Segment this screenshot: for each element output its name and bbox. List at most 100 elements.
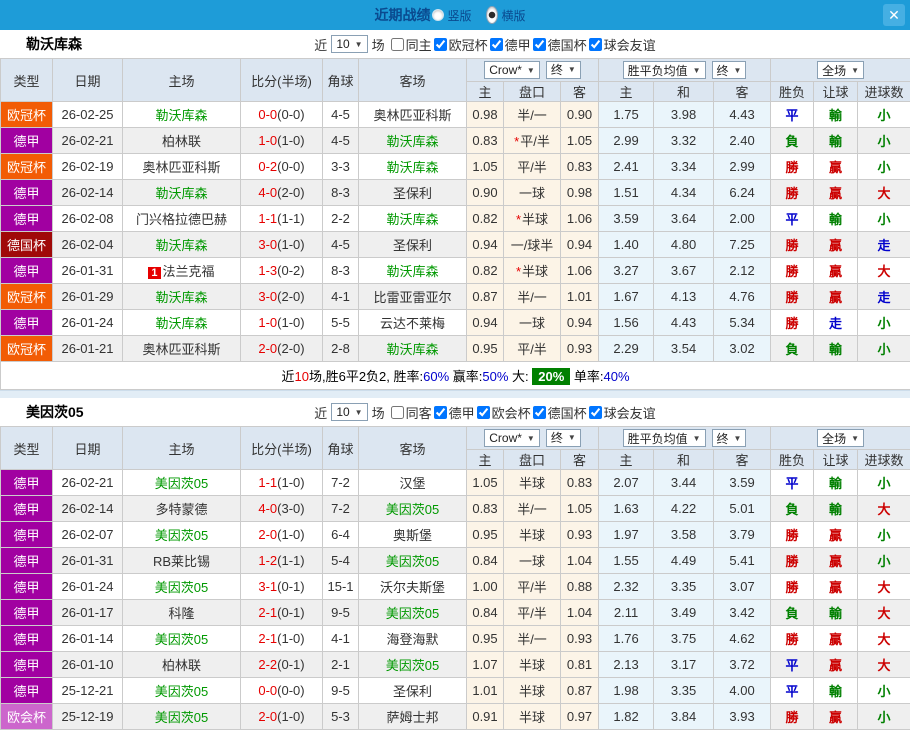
chevron-down-icon: ▼ [355,408,363,417]
home-odds: 0.83 [467,128,504,154]
match-type: 德甲 [1,600,53,626]
match-type: 德甲 [1,180,53,206]
chevron-down-icon: ▼ [851,434,859,443]
odds-state-select[interactable]: 终▼ [546,61,581,79]
home-team: 美因茨05 [123,678,241,704]
avg-state-select[interactable]: 终▼ [712,429,747,447]
sub-header: 客 [561,82,599,102]
match-date: 26-02-21 [53,470,123,496]
same-venue-option[interactable]: 同客 [391,403,432,422]
avg-metric-select[interactable]: 胜平负均值▼ [623,429,706,447]
radio-icon[interactable] [486,6,498,24]
league-option[interactable]: 球会友谊 [589,35,656,54]
score: 1-1(1-1) [241,206,323,232]
league-option[interactable]: 球会友谊 [589,403,656,422]
handicap-outcome: 輸 [814,128,858,154]
same-venue-checkbox[interactable] [391,406,404,419]
avg-metric-select[interactable]: 胜平负均值▼ [623,61,706,79]
filter-controls: 近10▼场同客德甲欧会杯德国杯球会友谊 [254,403,655,422]
avg-draw: 3.84 [654,704,714,730]
league-option[interactable]: 欧冠杯 [434,35,488,54]
away-odds: 1.06 [561,258,599,284]
close-button[interactable]: ✕ [883,4,905,26]
league-checkbox[interactable] [434,38,447,51]
same-venue-checkbox[interactable] [391,38,404,51]
odds-source-select[interactable]: Crow*▼ [484,429,540,447]
odds-state-select[interactable]: 终▼ [546,429,581,447]
handicap: 平/半 [504,154,561,180]
same-venue-option[interactable]: 同主 [391,35,432,54]
chevron-down-icon: ▼ [527,66,535,75]
scope-select[interactable]: 全场▼ [817,429,864,447]
avg-win: 3.27 [599,258,654,284]
col-header: 日期 [53,427,123,470]
score: 4-0(2-0) [241,180,323,206]
goals-outcome: 大 [858,600,910,626]
match-date: 26-02-07 [53,522,123,548]
sub-header: 胜负 [771,82,814,102]
layout-option-unselected[interactable]: 竖版 [432,7,471,24]
result-outcome: 勝 [771,232,814,258]
avg-win: 3.59 [599,206,654,232]
avg-lose: 3.07 [714,574,771,600]
home-team: 勒沃库森 [123,102,241,128]
league-option[interactable]: 德国杯 [533,35,587,54]
chevron-down-icon: ▼ [568,65,576,74]
home-team: 美因茨05 [123,522,241,548]
league-option[interactable]: 欧会杯 [477,403,531,422]
same-venue-label: 同主 [406,35,432,54]
corners: 5-5 [323,310,359,336]
avg-draw: 3.64 [654,206,714,232]
corners: 8-3 [323,258,359,284]
league-checkbox[interactable] [533,38,546,51]
avg-state-select[interactable]: 终▼ [712,61,747,79]
away-odds: 0.88 [561,574,599,600]
league-checkbox[interactable] [589,406,602,419]
match-count-select[interactable]: 10▼ [331,35,367,53]
league-checkbox[interactable] [434,406,447,419]
avg-win: 2.41 [599,154,654,180]
avg-win: 1.76 [599,626,654,652]
filter-controls: 近10▼场同主欧冠杯德甲德国杯球会友谊 [254,35,655,54]
league-option[interactable]: 德国杯 [533,403,587,422]
league-checkbox[interactable] [477,406,490,419]
goals-outcome: 走 [858,284,910,310]
score: 1-1(1-0) [241,470,323,496]
col-header: 比分(半场) [241,427,323,470]
result-outcome: 勝 [771,522,814,548]
select-value: Crow* [489,63,522,77]
avg-lose: 2.12 [714,258,771,284]
chevron-down-icon: ▼ [734,434,742,443]
result-outcome: 勝 [771,284,814,310]
chevron-down-icon: ▼ [734,66,742,75]
summary-segment: 场,胜6平2负2, 胜率: [309,369,423,384]
away-team: 沃尔夫斯堡 [359,574,467,600]
home-team: 勒沃库森 [123,232,241,258]
away-team: 比雷亚雷亚尔 [359,284,467,310]
score: 4-0(3-0) [241,496,323,522]
league-checkbox[interactable] [589,38,602,51]
away-odds: 0.97 [561,704,599,730]
layout-option-selected[interactable]: 横版 [482,6,526,24]
avg-lose: 5.34 [714,310,771,336]
layout-option-label: 竖版 [447,7,471,24]
home-team: RB莱比锡 [123,548,241,574]
corners: 5-4 [323,548,359,574]
league-checkbox[interactable] [533,406,546,419]
league-option[interactable]: 德甲 [490,35,531,54]
col-header: 客场 [359,427,467,470]
league-option[interactable]: 德甲 [434,403,475,422]
odds-source-select[interactable]: Crow* ▼ [484,61,540,79]
scope-select[interactable]: 全场▼ [817,61,864,79]
match-row: 德甲26-02-08门兴格拉德巴赫1-1(1-1)2-2勒沃库森0.82*半球1… [1,206,910,232]
handicap-outcome: 贏 [814,574,858,600]
match-type: 欧会杯 [1,704,53,730]
match-count-select[interactable]: 10▼ [331,403,367,421]
match-row: 德甲26-01-24勒沃库森1-0(1-0)5-5云达不莱梅0.94一球0.94… [1,310,910,336]
avg-lose: 3.93 [714,704,771,730]
radio-icon[interactable] [432,9,444,21]
league-checkbox[interactable] [490,38,503,51]
chevron-down-icon: ▼ [568,433,576,442]
avg-lose: 7.25 [714,232,771,258]
avg-draw: 4.49 [654,548,714,574]
